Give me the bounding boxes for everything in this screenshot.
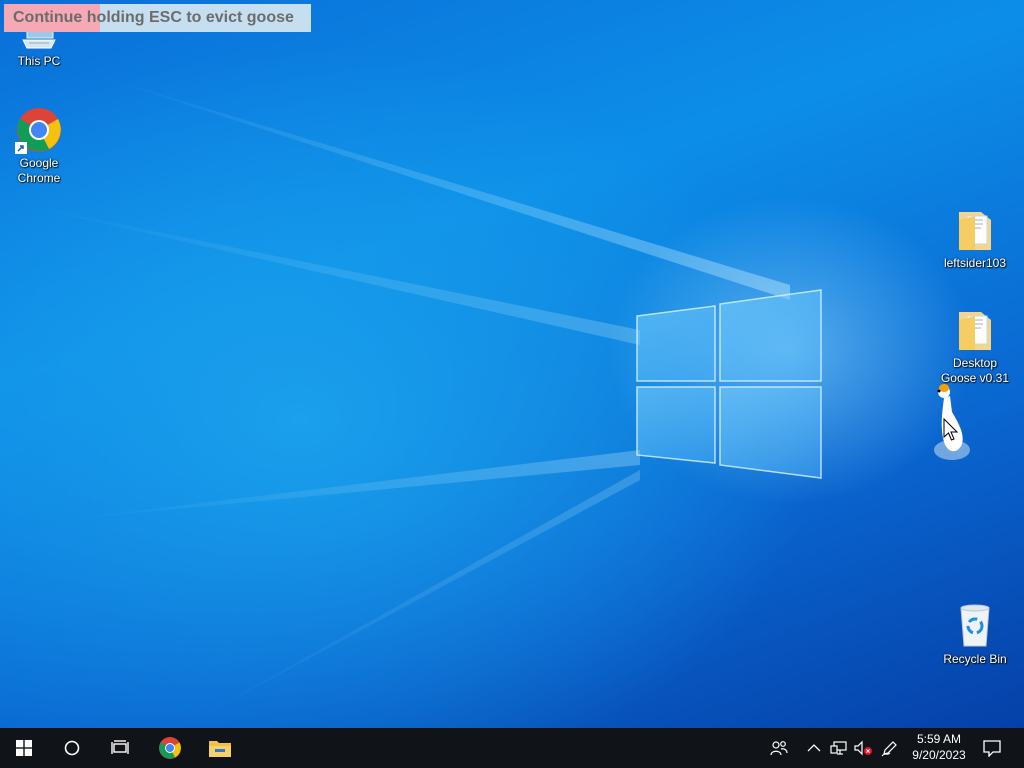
wallpaper-windows-logo bbox=[0, 70, 822, 728]
desktop-icon-label: Google bbox=[19, 156, 59, 170]
task-view-icon bbox=[111, 740, 129, 754]
desktop[interactable]: This PC Google Chrome leftsider103 Deskt… bbox=[0, 0, 1024, 728]
desktop-icon-label: This PC bbox=[17, 54, 61, 68]
pen-workspace-icon[interactable] bbox=[878, 728, 902, 768]
recycle-bin-icon bbox=[951, 602, 999, 650]
folder-icon bbox=[951, 206, 999, 254]
people-icon[interactable] bbox=[767, 728, 791, 768]
chrome-icon bbox=[15, 106, 63, 154]
desktop-icon-google-chrome[interactable]: Google Chrome bbox=[2, 106, 76, 186]
shortcut-arrow-icon bbox=[15, 142, 27, 154]
folder-icon bbox=[951, 306, 999, 354]
desktop-icon-label: Chrome bbox=[17, 171, 61, 185]
file-explorer-taskbar-button[interactable] bbox=[196, 728, 244, 768]
desktop-icon-label: Recycle Bin bbox=[943, 652, 1007, 666]
desktop-icon-desktop-goose[interactable]: Desktop Goose v0.31 bbox=[938, 306, 1012, 386]
notifications-button[interactable] bbox=[972, 728, 1012, 768]
desktop-icon-recycle-bin[interactable]: Recycle Bin bbox=[938, 602, 1012, 667]
notifications-icon bbox=[983, 740, 1001, 757]
network-icon[interactable] bbox=[827, 728, 851, 768]
file-explorer-icon bbox=[209, 741, 231, 757]
evict-goose-banner: Continue holding ESC to evict goose bbox=[4, 4, 311, 32]
desktop-icon-label: leftsider103 bbox=[943, 256, 1007, 270]
chrome-icon bbox=[159, 737, 181, 759]
desktop-icon-leftsider103[interactable]: leftsider103 bbox=[938, 206, 1012, 271]
mouse-cursor-icon bbox=[943, 418, 959, 441]
volume-muted-icon[interactable] bbox=[851, 728, 875, 768]
clock-time: 5:59 AM bbox=[916, 732, 962, 746]
search-button[interactable] bbox=[48, 728, 96, 768]
show-hidden-icons[interactable] bbox=[802, 728, 826, 768]
windows-start-icon bbox=[16, 740, 32, 756]
task-view-button[interactable] bbox=[96, 728, 144, 768]
start-button[interactable] bbox=[0, 728, 48, 768]
taskbar-clock[interactable]: 5:59 AM 9/20/2023 bbox=[900, 731, 978, 763]
chrome-taskbar-button[interactable] bbox=[146, 728, 194, 768]
chevron-up-icon bbox=[807, 744, 821, 752]
taskbar: 5:59 AM 9/20/2023 bbox=[0, 728, 1024, 768]
search-circle-icon bbox=[64, 740, 80, 756]
desktop-icon-label: Desktop bbox=[952, 356, 998, 370]
clock-date: 9/20/2023 bbox=[912, 748, 966, 762]
